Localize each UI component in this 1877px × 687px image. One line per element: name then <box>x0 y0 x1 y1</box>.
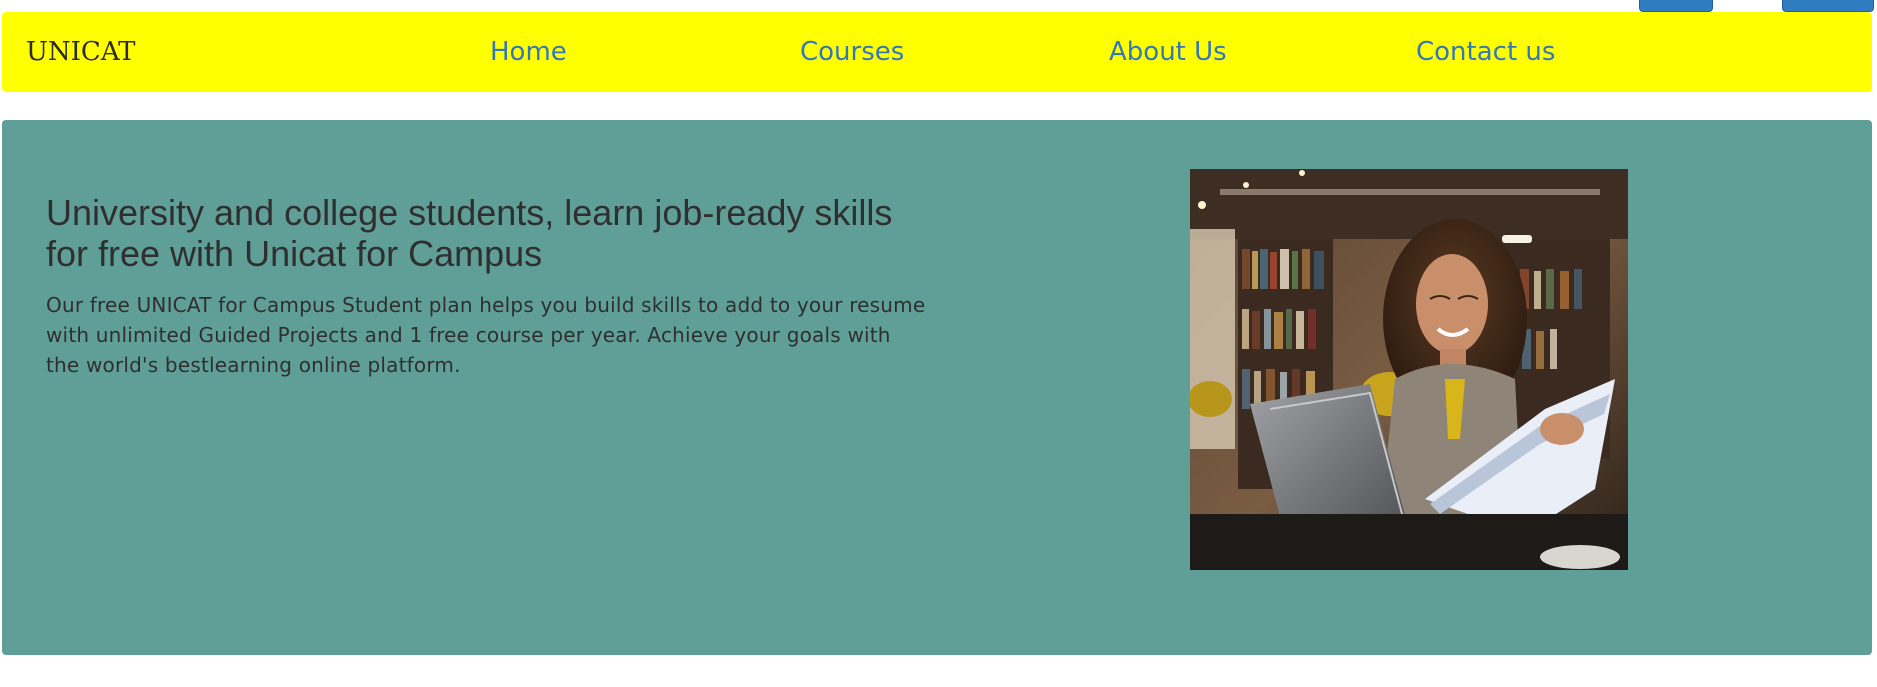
student-with-laptop-image <box>1190 169 1628 570</box>
hero-section: University and college students, learn j… <box>2 120 1872 655</box>
nav-link-home[interactable]: Home <box>490 12 567 92</box>
hero-title: University and college students, learn j… <box>46 192 893 274</box>
brand-logo[interactable]: UNICAT <box>26 12 136 92</box>
hero-description: Our free UNICAT for Campus Student plan … <box>46 293 926 377</box>
nav-link-about-us[interactable]: About Us <box>1109 12 1227 92</box>
top-button-1[interactable] <box>1639 0 1713 12</box>
nav-link-courses[interactable]: Courses <box>800 12 904 92</box>
top-button-2[interactable] <box>1782 0 1874 12</box>
navbar: UNICAT Home Courses About Us Contact us <box>2 12 1872 92</box>
nav-link-contact-us[interactable]: Contact us <box>1416 12 1555 92</box>
